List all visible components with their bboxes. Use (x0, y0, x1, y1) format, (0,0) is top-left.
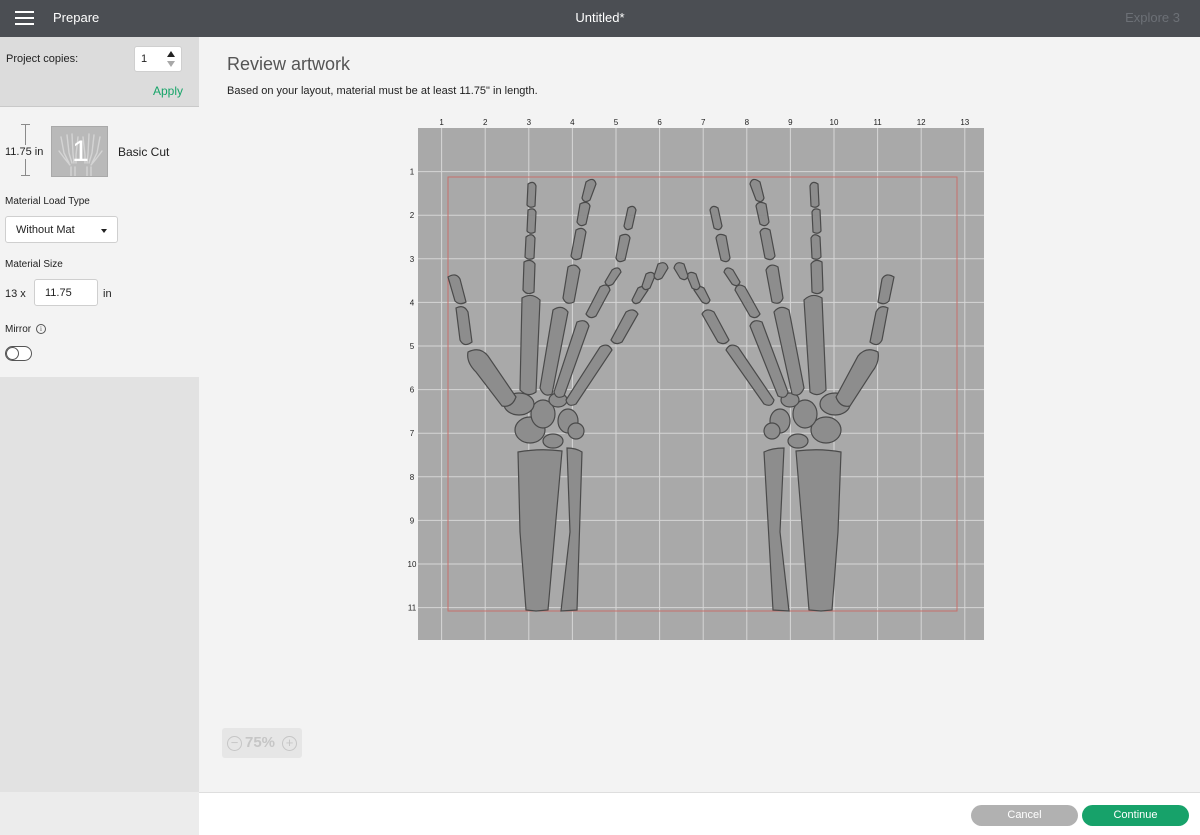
mirror-toggle[interactable] (5, 346, 32, 361)
sidebar: Project copies: 1 Apply 11.75 in 1 Basic… (0, 37, 199, 792)
apply-button[interactable]: Apply (153, 84, 183, 98)
length-requirement-text: Based on your layout, material must be a… (227, 85, 538, 97)
copies-panel: Project copies: 1 Apply (0, 37, 199, 107)
y-ruler-label: 7 (410, 429, 415, 438)
x-ruler-label: 12 (917, 118, 926, 127)
mat-preview: 1 2 3 4 5 6 7 8 9 10 11 12 13 1234567891011 (408, 118, 984, 640)
y-ruler-label: 6 (410, 386, 415, 395)
toggle-knob (6, 347, 19, 360)
zoom-control: − 75% + (222, 728, 302, 758)
mat-settings-panel: 11.75 in 1 Basic Cut Material Load Type … (0, 107, 199, 377)
x-ruler-label: 4 (570, 118, 575, 127)
y-ruler-label: 2 (410, 211, 415, 220)
continue-button[interactable]: Continue (1082, 805, 1189, 826)
page-title: Review artwork (227, 54, 351, 74)
y-ruler-label: 11 (408, 604, 417, 613)
x-ruler-label: 10 (830, 118, 839, 127)
copies-stepper[interactable]: 1 (134, 46, 182, 72)
material-size-unit: in (103, 288, 112, 300)
mat-number: 1 (72, 135, 89, 168)
material-load-value[interactable]: Without Mat (16, 224, 75, 236)
footer-bar: Cancel Continue (199, 792, 1200, 835)
x-ruler-label: 5 (614, 118, 619, 127)
x-ruler-label: 7 (701, 118, 706, 127)
material-width: 13 x (5, 288, 26, 300)
x-ruler-label: 11 (873, 118, 882, 127)
material-load-label: Material Load Type (5, 196, 90, 207)
copies-label: Project copies: (6, 53, 79, 65)
zoom-level: 75% (245, 734, 276, 751)
x-ruler-label: 6 (657, 118, 662, 127)
mirror-label: Mirror (5, 324, 32, 335)
material-length-input[interactable]: 11.75 (34, 279, 98, 306)
zoom-in-icon[interactable]: + (282, 736, 297, 751)
y-ruler-label: 1 (410, 168, 415, 177)
x-ruler-label: 1 (439, 118, 444, 127)
x-ruler: 1 2 3 4 5 6 7 8 9 10 11 12 13 (439, 118, 969, 127)
material-load-select[interactable]: Without Mat (5, 216, 118, 243)
y-ruler: 1 2 3 4 5 6 7 8 9 10 11 (408, 168, 417, 613)
y-ruler-label: 3 (410, 255, 415, 264)
material-size-label: Material Size (5, 259, 63, 270)
copies-value[interactable]: 1 (141, 53, 147, 65)
material-length-value[interactable]: 11.75 (45, 287, 72, 299)
x-ruler-label: 2 (483, 118, 488, 127)
y-ruler-label: 5 (410, 342, 415, 351)
mat-length: 11.75 in (5, 145, 44, 159)
info-icon[interactable]: i (36, 324, 46, 334)
decrement-arrow-icon[interactable] (167, 61, 175, 67)
mat-thumbnail[interactable]: 1 (51, 126, 108, 177)
top-bar: Prepare Untitled* Explore 3 (0, 0, 1200, 37)
x-ruler-label: 13 (960, 118, 969, 127)
sidebar-footer (0, 792, 199, 835)
y-ruler-label: 9 (410, 516, 415, 525)
project-title: Untitled* (575, 10, 625, 25)
y-ruler-label: 4 (410, 298, 415, 307)
y-ruler-label: 10 (408, 560, 417, 569)
y-ruler-label: 8 (410, 473, 415, 482)
chevron-down-icon[interactable] (101, 229, 107, 233)
x-ruler-label: 3 (527, 118, 532, 127)
cut-type-label: Basic Cut (118, 145, 170, 159)
zoom-out-icon[interactable]: − (227, 736, 242, 751)
x-ruler-label: 8 (745, 118, 750, 127)
cancel-button[interactable]: Cancel (971, 805, 1078, 826)
machine-name[interactable]: Explore 3 (1125, 10, 1180, 25)
x-ruler-label: 9 (788, 118, 793, 127)
increment-arrow-icon[interactable] (167, 51, 175, 57)
